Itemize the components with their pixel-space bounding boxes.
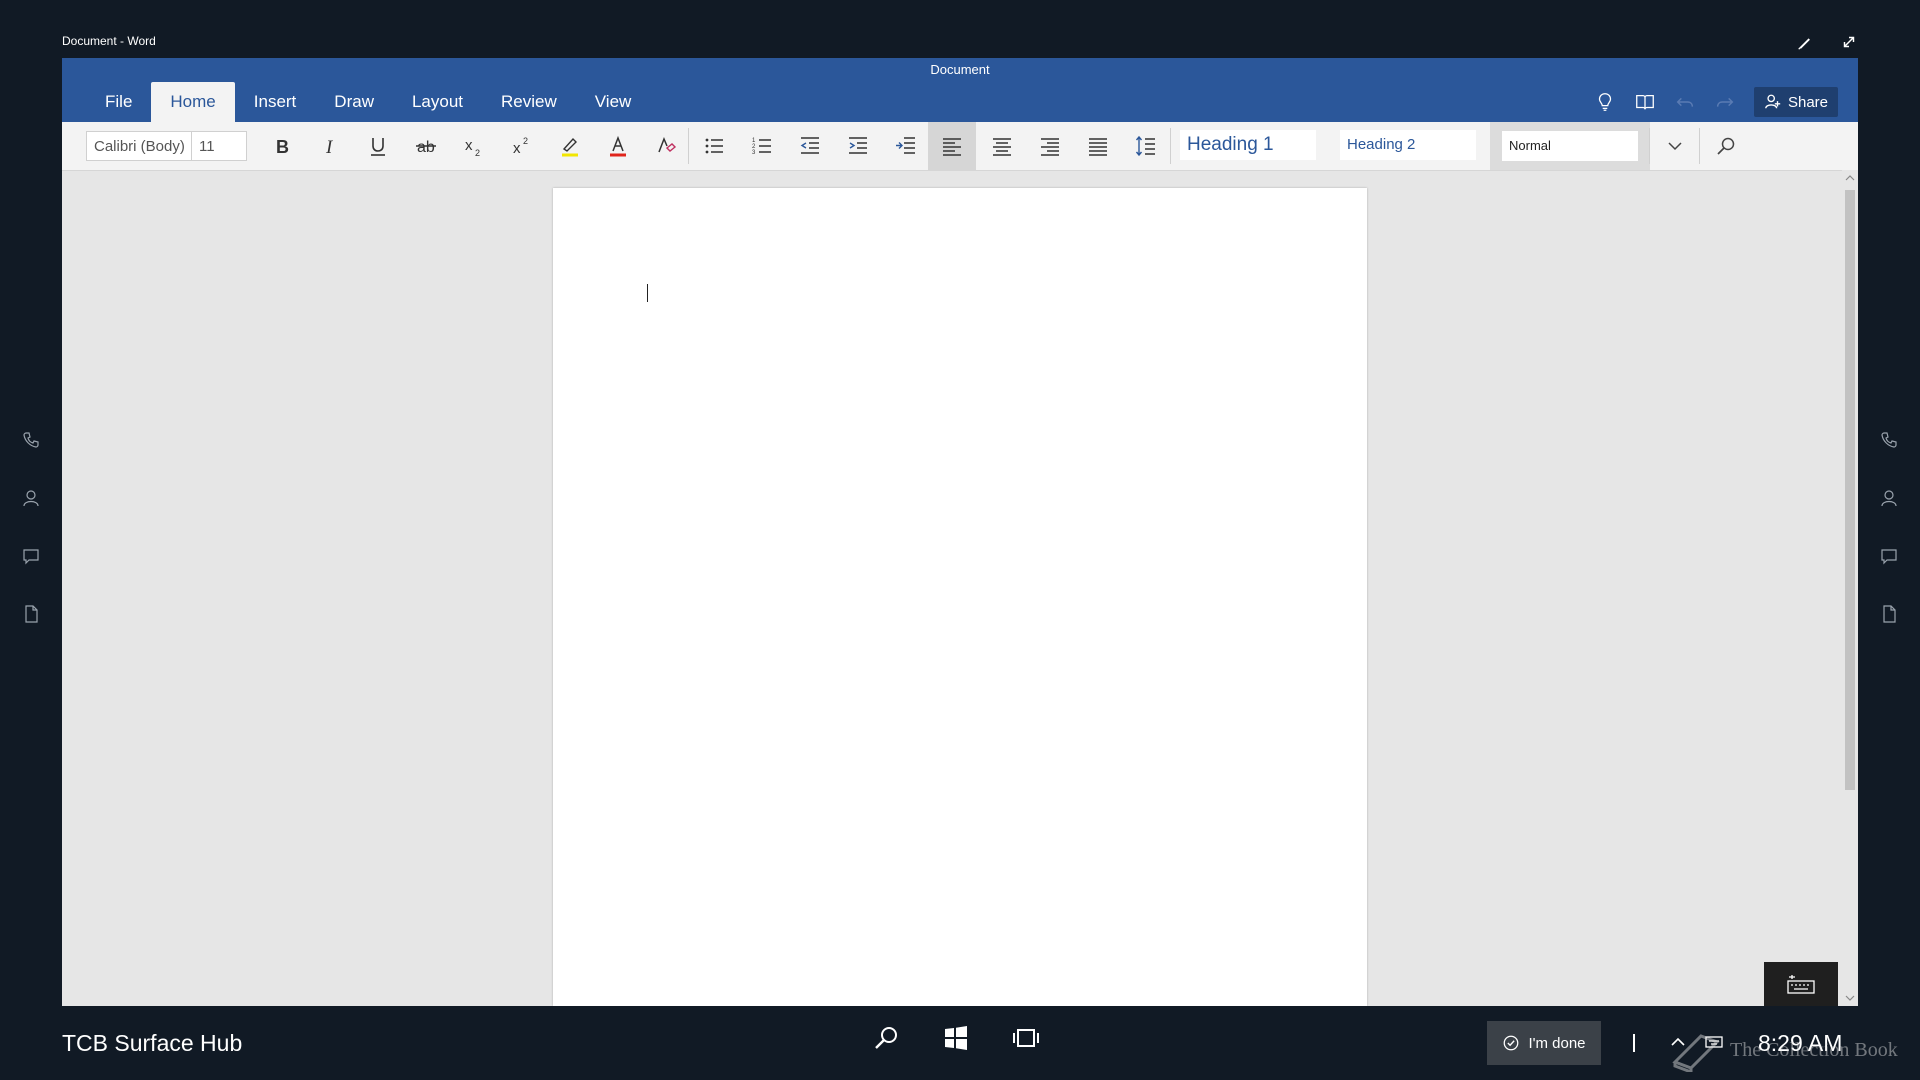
share-label: Share (1787, 93, 1828, 111)
expand-icon[interactable] (1840, 33, 1858, 51)
undo-icon[interactable] (1674, 91, 1696, 113)
phone-icon[interactable] (21, 430, 41, 450)
svg-text:2: 2 (475, 148, 480, 158)
font-name-box[interactable]: Calibri (Body) (86, 131, 192, 161)
reading-mode-icon[interactable] (1634, 91, 1656, 113)
share-button[interactable]: Share (1753, 87, 1838, 117)
bold-icon[interactable]: B (262, 122, 302, 170)
document-name: Document (62, 58, 1858, 82)
style-heading1[interactable]: Heading 1 (1180, 130, 1316, 160)
bullets-icon[interactable] (692, 122, 736, 170)
italic-icon[interactable]: I (310, 122, 350, 170)
chat-icon[interactable] (1879, 546, 1899, 566)
person-icon[interactable] (1879, 488, 1899, 508)
tab-draw[interactable]: Draw (315, 82, 393, 122)
tab-layout[interactable]: Layout (393, 82, 482, 122)
justify-icon[interactable] (1076, 122, 1120, 170)
chat-icon[interactable] (21, 546, 41, 566)
align-right-icon[interactable] (1028, 122, 1072, 170)
styles-expand-icon[interactable] (1652, 122, 1698, 170)
home-toolbar: Calibri (Body) 11 B I ab x2 x2 1 2 3 Hea… (62, 122, 1858, 171)
align-left-icon[interactable] (928, 122, 976, 170)
window-controls (1796, 33, 1858, 51)
align-center-icon[interactable] (980, 122, 1024, 170)
vertical-scrollbar[interactable] (1842, 170, 1858, 1006)
search-icon[interactable] (1704, 122, 1748, 170)
svg-text:2: 2 (523, 136, 528, 146)
watermark-text: The Collection Book (1730, 1038, 1898, 1061)
tab-view[interactable]: View (576, 82, 651, 122)
file-icon[interactable] (1879, 604, 1899, 624)
device-name: TCB Surface Hub (62, 1030, 243, 1056)
book-icon (1672, 1034, 1720, 1072)
underline-icon[interactable] (358, 122, 398, 170)
font-size-box[interactable]: 11 (191, 131, 247, 161)
taskbar-center (870, 1022, 1042, 1054)
subscript-icon[interactable]: x2 (454, 122, 494, 170)
ltr-text-icon[interactable] (884, 122, 928, 170)
phone-icon[interactable] (1879, 430, 1899, 450)
word-app: Document File Home Insert Draw Layout Re… (62, 58, 1858, 1006)
im-done-button[interactable]: I'm done (1487, 1021, 1601, 1065)
touch-keyboard-button[interactable] (1764, 962, 1838, 1006)
windows-start-icon[interactable] (940, 1022, 972, 1054)
file-icon[interactable] (21, 604, 41, 624)
taskbar-divider (1633, 1034, 1635, 1052)
strikethrough-icon[interactable]: ab (406, 122, 446, 170)
window-title: Document - Word (62, 34, 156, 48)
scroll-down-icon[interactable] (1842, 990, 1858, 1006)
style-normal-slot: Normal (1490, 122, 1650, 170)
svg-text:x: x (513, 140, 521, 157)
taskbar: TCB Surface Hub I'm done 8:29 AM The Col… (0, 1006, 1920, 1080)
tab-home[interactable]: Home (151, 82, 235, 122)
ribbon-tabs: File Home Insert Draw Layout Review View (62, 82, 1858, 122)
svg-text:B: B (276, 137, 289, 157)
svg-text:I: I (325, 137, 334, 158)
tab-review[interactable]: Review (482, 82, 576, 122)
increase-indent-icon[interactable] (836, 122, 880, 170)
lightbulb-icon[interactable] (1594, 91, 1616, 113)
search-icon[interactable] (870, 1022, 902, 1054)
style-heading2[interactable]: Heading 2 (1340, 130, 1476, 160)
highlighter-icon[interactable] (550, 122, 590, 170)
text-cursor (647, 284, 648, 302)
svg-text:3: 3 (752, 150, 756, 156)
person-icon[interactable] (21, 488, 41, 508)
redo-icon[interactable] (1714, 91, 1736, 113)
right-rail (1858, 430, 1920, 624)
line-spacing-icon[interactable] (1124, 122, 1168, 170)
document-page[interactable] (553, 188, 1367, 1006)
person-add-icon (1764, 93, 1782, 111)
svg-text:ab: ab (417, 139, 435, 156)
numbering-icon[interactable]: 123 (740, 122, 784, 170)
scroll-up-icon[interactable] (1842, 170, 1858, 186)
tab-file[interactable]: File (86, 82, 151, 122)
tab-insert[interactable]: Insert (235, 82, 316, 122)
clear-formatting-icon[interactable] (646, 122, 686, 170)
pen-icon[interactable] (1796, 33, 1814, 51)
font-color-icon[interactable] (598, 122, 638, 170)
decrease-indent-icon[interactable] (788, 122, 832, 170)
scroll-thumb[interactable] (1845, 190, 1855, 790)
watermark: The Collection Book (1670, 1028, 1898, 1072)
svg-text:x: x (465, 137, 473, 154)
style-normal[interactable]: Normal (1502, 131, 1638, 161)
im-done-label: I'm done (1528, 1034, 1586, 1052)
left-rail (0, 430, 62, 624)
check-circle-icon (1502, 1034, 1520, 1052)
superscript-icon[interactable]: x2 (502, 122, 542, 170)
task-view-icon[interactable] (1010, 1022, 1042, 1054)
keyboard-icon (1787, 975, 1815, 994)
